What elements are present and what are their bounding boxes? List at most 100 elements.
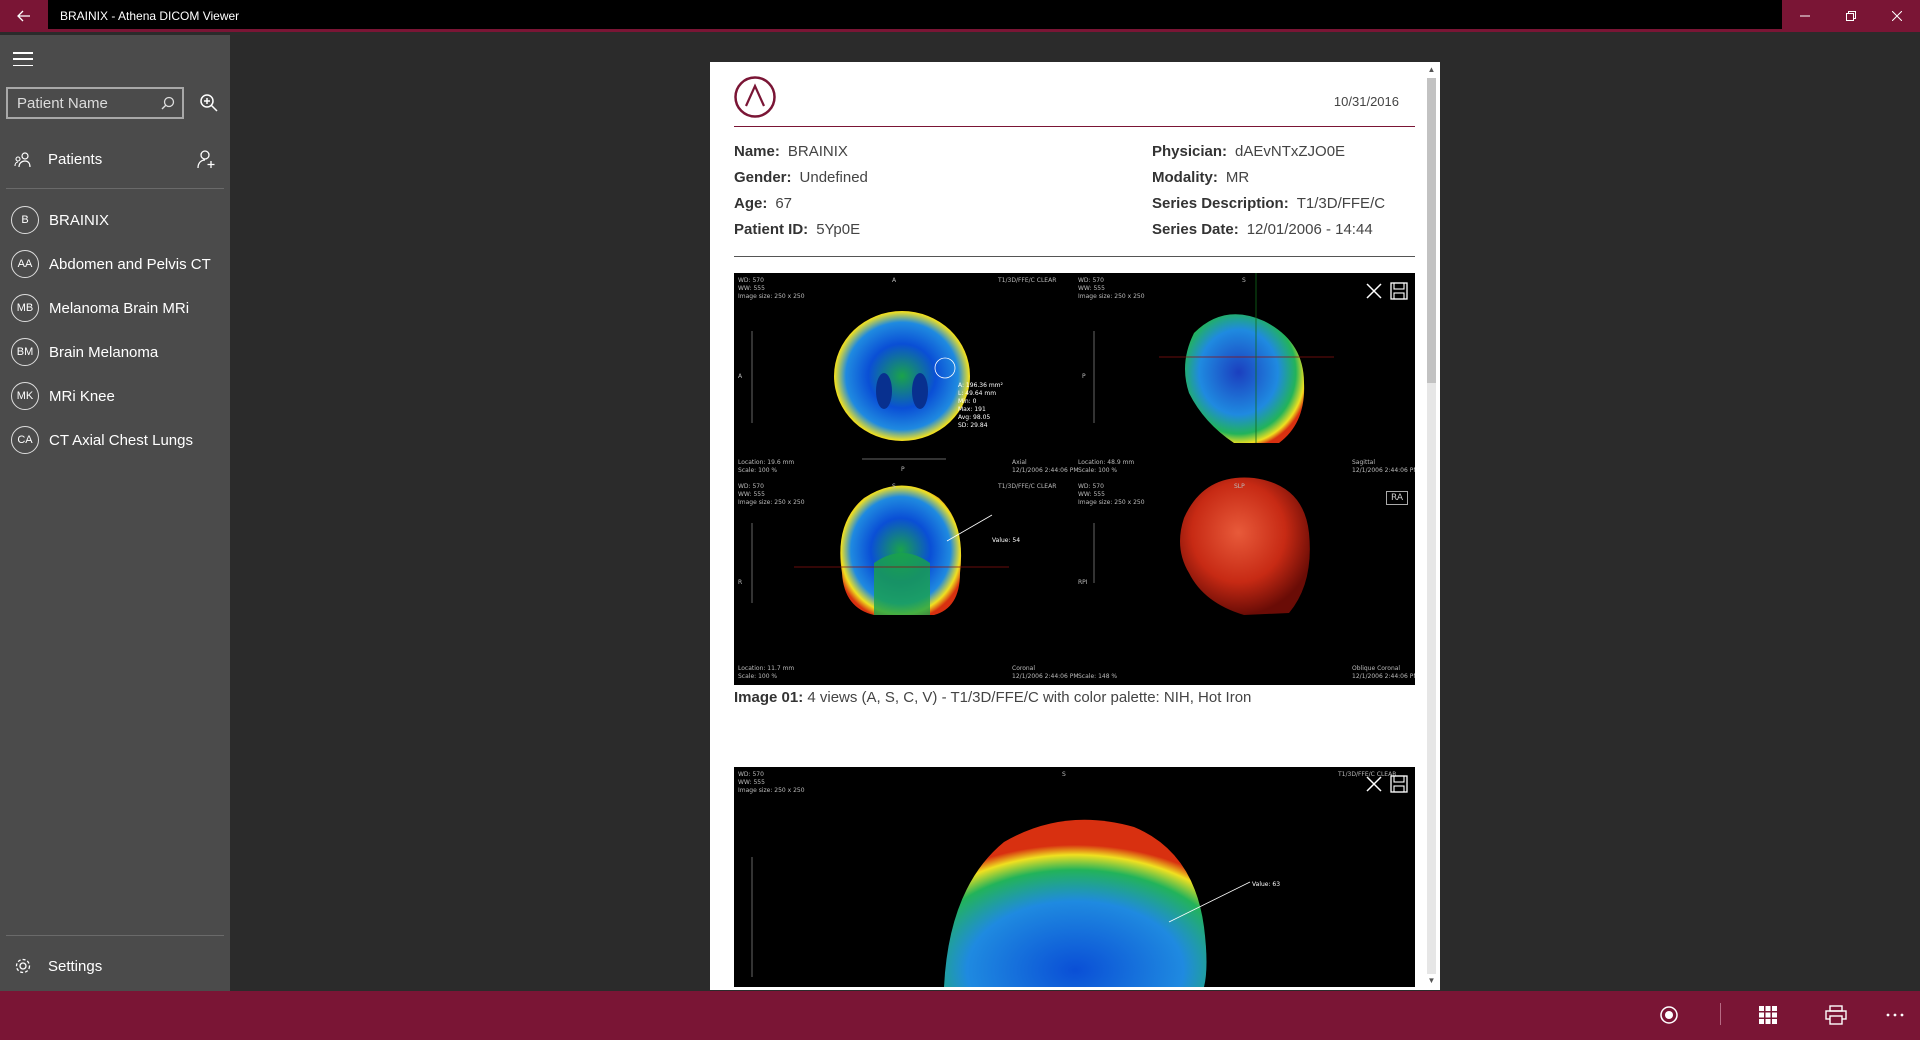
image-01-caption: Image 01: 4 views (A, S, C, V) - T1/3D/F… bbox=[734, 689, 1252, 706]
print-icon bbox=[1825, 1005, 1847, 1025]
volume-render-image bbox=[1180, 477, 1310, 615]
zoom-icon[interactable] bbox=[198, 92, 220, 114]
patient-item-brainix[interactable]: B BRAINIX bbox=[0, 199, 230, 243]
patient-item-abdomen-pelvis-ct[interactable]: AA Abdomen and Pelvis CT bbox=[0, 243, 230, 287]
search-icon[interactable] bbox=[160, 95, 176, 111]
patient-name: Melanoma Brain MRi bbox=[49, 300, 190, 317]
view-plane-text: Axial 12/1/2006 2:44:06 PM bbox=[1012, 459, 1079, 474]
patients-header[interactable]: Patients bbox=[0, 137, 230, 185]
settings-button[interactable]: Settings bbox=[0, 943, 230, 987]
image-02-canvas bbox=[751, 819, 1251, 987]
patient-avatar: B bbox=[11, 206, 39, 234]
view-header-text: WD: 570 WW: 555 Image size: 250 x 250 bbox=[738, 483, 805, 506]
roi-measurement-text: A: 196.36 mm² L: 49.64 mm Min: 0 Max: 191 Av… bbox=[958, 382, 1003, 429]
restore-icon bbox=[1846, 11, 1856, 21]
back-button[interactable] bbox=[0, 0, 48, 32]
field-name: Name: BRAINIX bbox=[734, 143, 848, 160]
sidebar: Patients B BRAINIX AA Abdomen and Pelvis… bbox=[0, 35, 230, 991]
grid-layout-button[interactable] bbox=[1756, 1003, 1780, 1027]
patient-avatar: MB bbox=[11, 294, 39, 322]
view-orientation-left: RPI bbox=[1078, 579, 1088, 586]
command-separator bbox=[1720, 1003, 1721, 1025]
view-plane-text: Sagittal 12/1/2006 2:44:06 PM bbox=[1352, 459, 1415, 474]
settings-label: Settings bbox=[48, 958, 103, 975]
patient-avatar: CA bbox=[11, 426, 39, 454]
view-location-text: Location: 19.6 mm Scale: 100 % bbox=[738, 459, 795, 474]
sidebar-divider bbox=[6, 188, 224, 189]
view-orientation-top: S bbox=[892, 483, 896, 490]
sagittal-brain-image bbox=[1185, 314, 1305, 443]
field-modality: Modality: MR bbox=[1152, 169, 1250, 186]
patient-name: MRi Knee bbox=[49, 388, 115, 405]
axial-brain-image bbox=[834, 311, 970, 441]
save-icon[interactable] bbox=[1389, 774, 1409, 794]
view-header-text: WD: 570 WW: 555 Image size: 250 x 250 bbox=[1078, 483, 1145, 506]
field-series-date: Series Date: 12/01/2006 - 14:44 bbox=[1152, 221, 1373, 238]
restore-button[interactable] bbox=[1828, 0, 1874, 32]
report-document[interactable]: 10/31/2016 Name: BRAINIX Gender: Undefined… bbox=[710, 62, 1440, 990]
close-icon bbox=[1892, 11, 1902, 21]
minimize-icon bbox=[1800, 15, 1810, 17]
field-patient-id: Patient ID: 5Yp0E bbox=[734, 221, 861, 238]
patient-search-input[interactable] bbox=[8, 89, 153, 117]
coronal-value-label: Value: 54 bbox=[992, 537, 1021, 544]
document-scrollbar[interactable]: ▲ ▼ bbox=[1423, 62, 1440, 990]
patient-name: Brain Melanoma bbox=[49, 344, 159, 361]
patient-item-melanoma-brain-mri[interactable]: MB Melanoma Brain MRi bbox=[0, 287, 230, 331]
view-plane-text: Oblique Coronal 12/1/2006 2:44:06 PM bbox=[1352, 665, 1415, 680]
view-orientation-top: S bbox=[1242, 277, 1246, 284]
sidebar-divider bbox=[6, 935, 224, 936]
patient-name: BRAINIX bbox=[49, 212, 110, 229]
close-icon[interactable] bbox=[1364, 281, 1384, 301]
image-01-canvas bbox=[751, 273, 1334, 615]
hamburger-icon bbox=[13, 52, 33, 54]
more-icon bbox=[1886, 1013, 1904, 1017]
view-series-label: T1/3D/FFE/C CLEAR bbox=[998, 483, 1057, 490]
close-button[interactable] bbox=[1874, 0, 1920, 32]
scroll-down-arrow-icon[interactable]: ▼ bbox=[1427, 976, 1436, 986]
view-location-text: Location: 48.9 mm Scale: 100 % bbox=[1078, 459, 1135, 474]
view-series-label: T1/3D/FFE/C CLEAR bbox=[998, 277, 1057, 284]
patient-item-mri-knee[interactable]: MK MRi Knee bbox=[0, 375, 230, 419]
view-orientation-top: SLP bbox=[1234, 483, 1245, 490]
add-user-icon[interactable] bbox=[196, 149, 216, 169]
gear-icon bbox=[15, 958, 31, 974]
patient-avatar: BM bbox=[11, 338, 39, 366]
view-orientation-bottom: P bbox=[901, 466, 905, 473]
scroll-up-arrow-icon[interactable]: ▲ bbox=[1427, 65, 1436, 75]
minimize-button[interactable] bbox=[1782, 0, 1828, 32]
more-button[interactable] bbox=[1883, 1003, 1907, 1027]
patient-item-brain-melanoma[interactable]: BM Brain Melanoma bbox=[0, 331, 230, 375]
print-button[interactable] bbox=[1824, 1003, 1848, 1027]
view-location-text: Location: 11.7 mm Scale: 100 % bbox=[738, 665, 795, 680]
large-brain-image bbox=[944, 819, 1207, 987]
patient-avatar: MK bbox=[11, 382, 39, 410]
patient-item-ct-axial-chest-lungs[interactable]: CA CT Axial Chest Lungs bbox=[0, 419, 230, 463]
view-header-text: WD: 570 WW: 555 Image size: 250 x 250 bbox=[1078, 277, 1145, 300]
field-physician: Physician: dAEvNTxZJO0E bbox=[1152, 143, 1346, 160]
patient-name: CT Axial Chest Lungs bbox=[49, 432, 193, 449]
save-icon[interactable] bbox=[1389, 281, 1409, 301]
record-button[interactable] bbox=[1657, 1003, 1681, 1027]
image-01-viewer[interactable]: WD: 570 WW: 555 Image size: 250 x 250 A T1… bbox=[734, 273, 1415, 685]
patient-avatar: AA bbox=[11, 250, 39, 278]
header-divider bbox=[734, 126, 1415, 127]
search-box bbox=[6, 87, 184, 119]
image-02-viewer[interactable]: WD: 570 WW: 555 Image size: 250 x 250 S T1… bbox=[734, 767, 1415, 987]
grid-icon bbox=[1759, 1006, 1777, 1024]
view-plane-text: Coronal 12/1/2006 2:44:06 PM bbox=[1012, 665, 1079, 680]
field-series-description: Series Description: T1/3D/FFE/C bbox=[1152, 195, 1386, 212]
view-location-text: Scale: 148 % bbox=[1078, 673, 1118, 680]
window-controls bbox=[1782, 0, 1920, 32]
patients-icon bbox=[14, 152, 31, 168]
info-divider bbox=[734, 256, 1415, 257]
bottom-command-bar bbox=[0, 991, 1920, 1040]
orientation-cube-icon[interactable]: RA bbox=[1386, 491, 1408, 505]
view-orientation-top: A bbox=[892, 277, 897, 284]
close-icon[interactable] bbox=[1364, 774, 1384, 794]
scroll-thumb[interactable] bbox=[1427, 78, 1436, 383]
view-orientation-left: P bbox=[1082, 373, 1086, 380]
menu-button[interactable] bbox=[10, 49, 36, 69]
athena-logo bbox=[734, 76, 776, 118]
view-orientation-left: A bbox=[738, 373, 743, 380]
